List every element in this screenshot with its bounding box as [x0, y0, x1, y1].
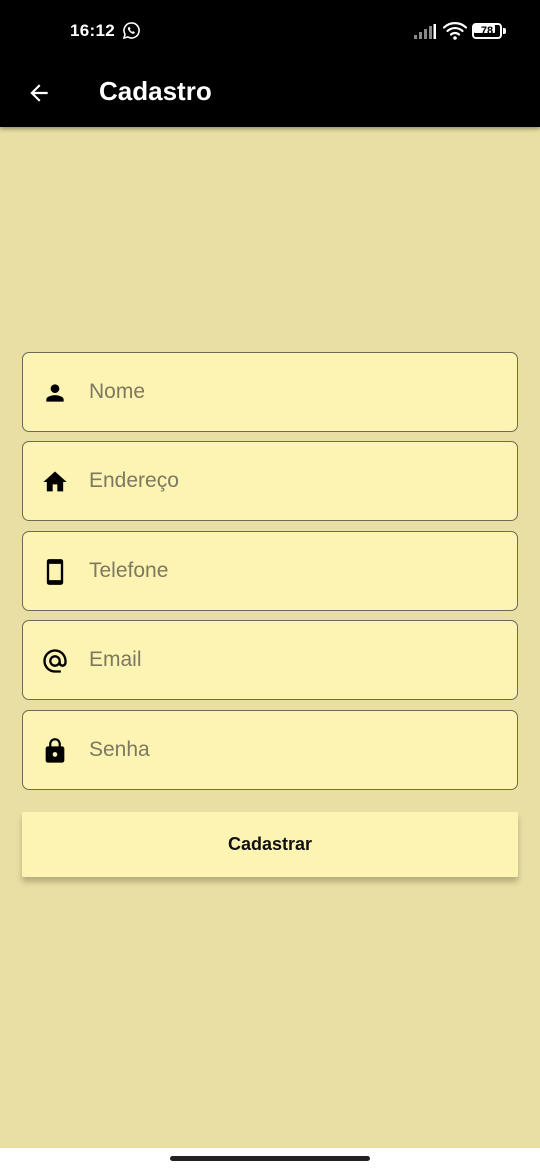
name-input[interactable] — [89, 353, 509, 431]
battery-level: 78 — [480, 25, 494, 37]
email-input[interactable] — [89, 621, 509, 699]
smartphone-icon — [41, 558, 69, 586]
battery-icon: 78 — [472, 23, 506, 39]
wifi-icon — [443, 22, 467, 40]
home-indicator[interactable] — [170, 1156, 370, 1161]
back-button[interactable] — [18, 72, 60, 114]
arrow-back-icon — [30, 84, 48, 102]
password-field[interactable] — [22, 710, 518, 790]
password-input[interactable] — [89, 711, 509, 789]
person-icon — [41, 379, 69, 407]
address-field[interactable] — [22, 441, 518, 521]
at-sign-icon — [41, 647, 69, 675]
status-time: 16:12 — [70, 21, 115, 40]
app-bar: Cadastro — [0, 62, 540, 127]
name-field[interactable] — [22, 352, 518, 432]
register-button[interactable]: Cadastrar — [22, 812, 518, 877]
signal-icon — [414, 24, 436, 39]
lock-icon — [41, 737, 69, 765]
address-input[interactable] — [89, 442, 509, 520]
status-bar: 16:12 78 — [0, 0, 540, 62]
page-title: Cadastro — [99, 76, 212, 106]
whatsapp-icon — [122, 22, 140, 40]
email-field[interactable] — [22, 620, 518, 700]
navigation-bar — [0, 1148, 540, 1170]
phone-input[interactable] — [89, 532, 509, 610]
home-icon — [41, 468, 69, 496]
phone-field[interactable] — [22, 531, 518, 611]
